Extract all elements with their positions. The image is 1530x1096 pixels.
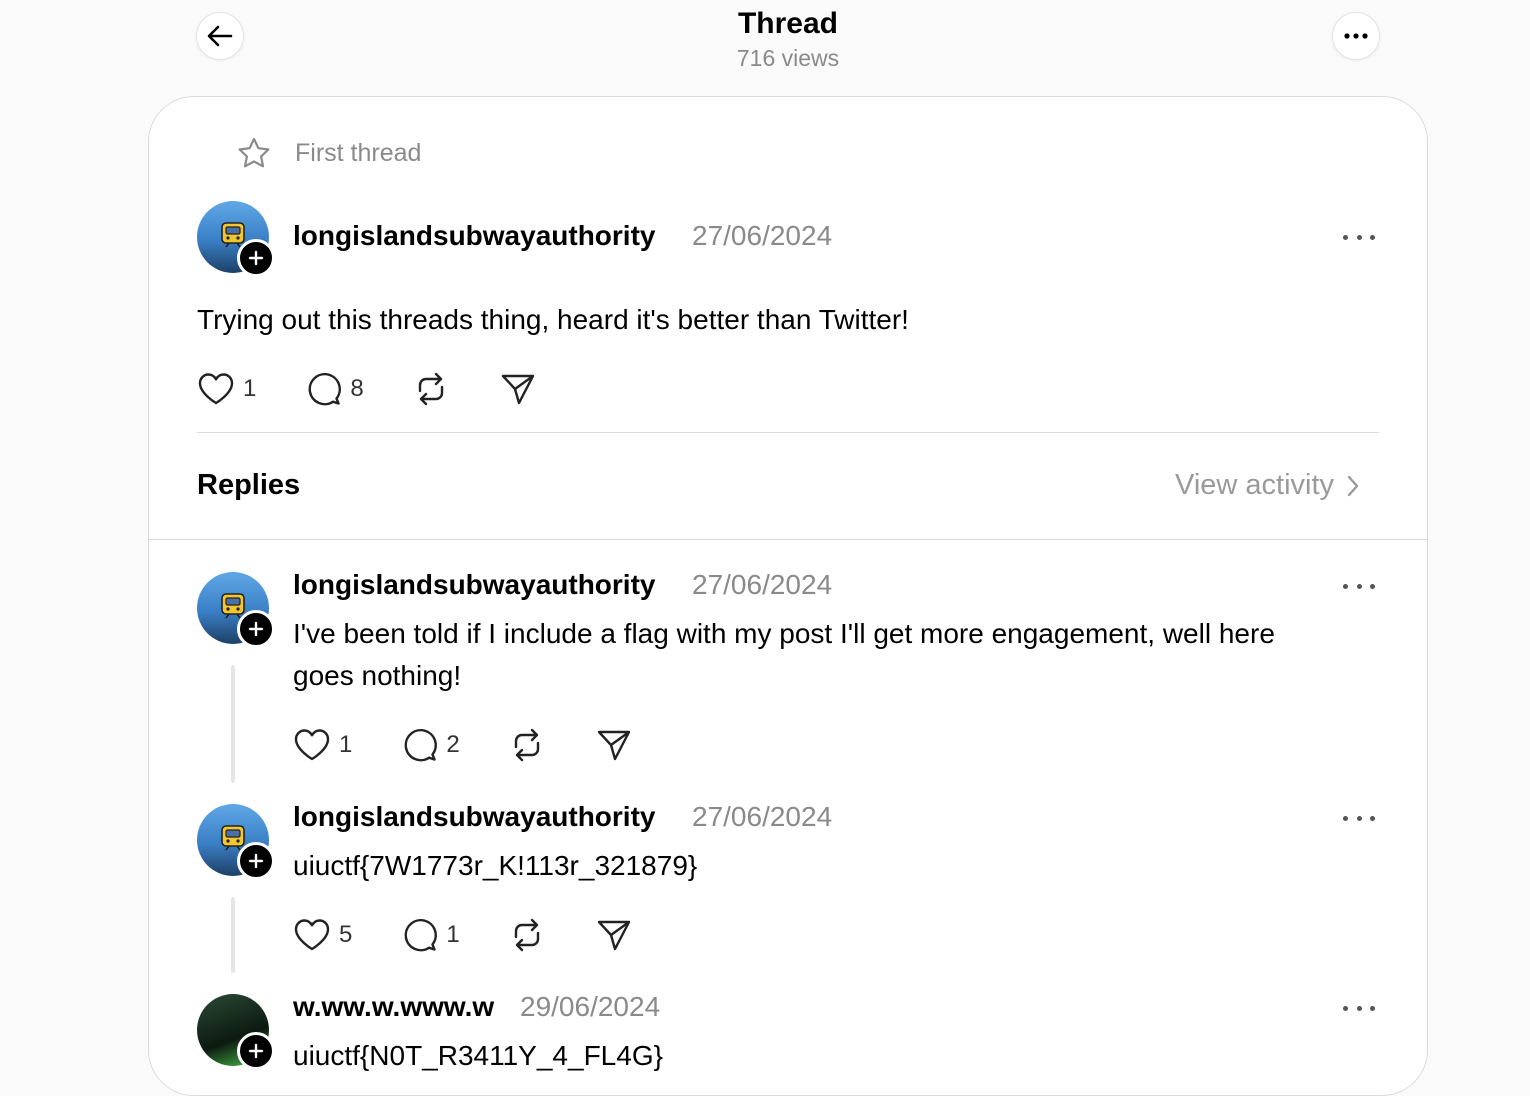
comment-count: 2 xyxy=(446,731,460,758)
plus-icon xyxy=(248,1043,264,1059)
post-date: 27/06/2024 xyxy=(692,220,833,251)
avatar[interactable] xyxy=(197,804,275,880)
reply-more-button[interactable] xyxy=(1343,578,1375,594)
star-icon[interactable] xyxy=(237,137,271,169)
view-activity-label: View activity xyxy=(1175,469,1335,501)
like-button[interactable]: 1 xyxy=(197,372,256,406)
reply-more-button[interactable] xyxy=(1343,810,1375,826)
comment-button[interactable]: 8 xyxy=(306,371,364,407)
reply-text: uiuctf{N0T_R3411Y_4_FL4G} xyxy=(293,1040,663,1071)
send-icon xyxy=(597,730,630,761)
like-count: 1 xyxy=(243,375,257,402)
comment-icon xyxy=(308,373,342,406)
repost-button[interactable] xyxy=(508,917,546,953)
repost-icon xyxy=(514,728,539,762)
like-button[interactable]: 1 xyxy=(293,728,352,762)
like-button[interactable]: 5 xyxy=(293,918,352,952)
reply-username[interactable]: longislandsubwayauthority xyxy=(293,568,655,602)
follow-plus-button[interactable] xyxy=(237,842,275,880)
repost-icon xyxy=(514,918,539,952)
first-thread-row: First thread xyxy=(237,137,421,169)
reply-actions: 1 2 xyxy=(293,725,632,765)
page-title: Thread xyxy=(737,7,839,40)
title-block: Thread 716 views xyxy=(0,6,1530,74)
repost-button[interactable] xyxy=(508,727,546,763)
like-count: 1 xyxy=(339,731,353,758)
like-count: 5 xyxy=(339,921,353,948)
more-options-button[interactable] xyxy=(1332,12,1380,60)
reply-username[interactable]: longislandsubwayauthority xyxy=(293,800,655,834)
top-bar: Thread 716 views xyxy=(0,0,1530,90)
comment-count: 8 xyxy=(350,375,364,402)
view-count: 716 views xyxy=(736,45,840,71)
reply-username[interactable]: w.ww.w.www.w xyxy=(293,990,494,1024)
post-actions: 1 8 xyxy=(197,369,536,409)
share-button[interactable] xyxy=(596,728,632,762)
more-horizontal-icon xyxy=(1344,33,1368,39)
view-activity-link[interactable]: View activity xyxy=(1175,469,1360,502)
avatar[interactable] xyxy=(197,572,275,648)
comment-icon xyxy=(404,919,438,952)
heart-icon xyxy=(294,729,330,761)
follow-plus-button[interactable] xyxy=(237,1032,275,1070)
follow-plus-button[interactable] xyxy=(237,239,275,277)
replies-heading: Replies xyxy=(197,469,301,501)
heart-icon xyxy=(294,919,330,951)
plus-icon xyxy=(248,853,264,869)
reply-date: 29/06/2024 xyxy=(520,991,661,1022)
reply-more-button[interactable] xyxy=(1343,1000,1375,1016)
comment-button[interactable]: 1 xyxy=(402,917,460,953)
share-button[interactable] xyxy=(500,372,536,406)
post-more-button[interactable] xyxy=(1343,229,1375,245)
reply-date: 27/06/2024 xyxy=(692,801,833,832)
share-button[interactable] xyxy=(596,918,632,952)
post-text: Trying out this threads thing, heard it'… xyxy=(197,304,909,335)
first-thread-label: First thread xyxy=(295,138,422,167)
follow-plus-button[interactable] xyxy=(237,610,275,648)
thread-card: First thread longislandsubwayauthority 2… xyxy=(148,96,1428,1096)
thread-connector-line xyxy=(231,665,235,783)
comment-button[interactable]: 2 xyxy=(402,727,460,763)
avatar[interactable] xyxy=(197,994,275,1070)
heart-icon xyxy=(198,373,234,405)
send-icon xyxy=(501,374,534,405)
post-username[interactable]: longislandsubwayauthority xyxy=(293,219,655,253)
chevron-right-icon xyxy=(1347,475,1359,496)
thread-connector-line xyxy=(231,897,235,973)
repost-icon xyxy=(418,372,443,406)
plus-icon xyxy=(248,621,264,637)
repost-button[interactable] xyxy=(412,371,450,407)
reply-actions: 5 1 xyxy=(293,915,632,955)
divider xyxy=(197,432,1379,433)
send-icon xyxy=(597,920,630,951)
reply-text: I've been told if I include a flag with … xyxy=(293,618,1275,691)
reply-text: uiuctf{7W1773r_K!113r_321879} xyxy=(293,850,698,881)
comment-icon xyxy=(404,729,438,762)
reply-date: 27/06/2024 xyxy=(692,569,833,600)
avatar[interactable] xyxy=(197,201,275,277)
section-divider xyxy=(149,539,1427,540)
comment-count: 1 xyxy=(446,921,460,948)
plus-icon xyxy=(248,250,264,266)
